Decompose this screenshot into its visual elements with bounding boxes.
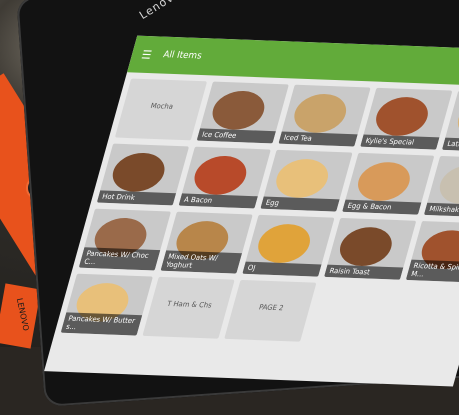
food-image: [435, 164, 459, 205]
menu-item-label: Hot Drink: [96, 190, 177, 206]
menu-item-tile[interactable]: Raisin Toast: [324, 217, 417, 280]
menu-item-tile[interactable]: Iced Tea: [278, 84, 371, 147]
app-bar-title[interactable]: All Items: [162, 50, 459, 74]
menu-item-label: Iced Tea: [278, 131, 358, 147]
menu-item-label: OJ: [242, 261, 322, 277]
menu-item-label: Egg & Bacon: [342, 199, 422, 215]
food-image: [253, 223, 315, 264]
items-grid: Mocha Ice Coffee Iced Tea Kylie's Specia…: [53, 72, 459, 354]
menu-item-label: Raisin Toast: [324, 264, 404, 280]
food-image: [189, 155, 252, 196]
menu-item-label: Ricotta & Spinach M...: [405, 259, 459, 283]
menu-item-label: Latte: [441, 137, 459, 153]
food-image: [453, 99, 459, 140]
food-image: [353, 161, 415, 202]
menu-item-tile[interactable]: Kylie's Special: [360, 87, 453, 150]
menu-item-label: Egg: [260, 196, 340, 212]
menu-item-tile[interactable]: Ricotta & Spinach M...: [405, 220, 459, 283]
food-image: [371, 96, 433, 137]
menu-item-tile[interactable]: OJ: [242, 214, 335, 277]
menu-item-tile[interactable]: Egg: [260, 149, 353, 212]
menu-item-tile[interactable]: A Bacon: [178, 146, 271, 209]
menu-item-tile[interactable]: Pancakes W/ Choc C...: [78, 208, 172, 271]
menu-item-tile[interactable]: Mocha: [114, 78, 208, 141]
food-image: [207, 90, 270, 131]
menu-item-label: Pancakes W/ Choc C...: [78, 247, 161, 271]
food-image: [335, 226, 397, 267]
tablet-brand: Lenovo: [137, 0, 183, 23]
menu-item-tile[interactable]: Egg & Bacon: [342, 152, 435, 215]
menu-item-label: Mixed Oats W/ Yoghurt: [160, 250, 243, 274]
food-image: [107, 152, 170, 193]
menu-item-tile[interactable]: T Ham & Chs: [142, 276, 235, 339]
menu-item-label: Mocha: [149, 101, 175, 111]
menu-icon[interactable]: ☰: [140, 48, 155, 62]
menu-item-label: Milkshake: [423, 202, 459, 218]
tablet-screen: ☰ All Items ⌕ Mocha Ice Coffee Iced Tea …: [44, 35, 459, 387]
food-image: [289, 93, 351, 134]
menu-item-label: Ice Coffee: [196, 128, 276, 144]
food-image: [271, 158, 333, 199]
page-label: PAGE 2: [257, 303, 285, 313]
menu-item-tile[interactable]: Hot Drink: [96, 143, 190, 206]
menu-item-tile[interactable]: Pancakes W/ Butter s...: [60, 273, 153, 336]
menu-item-tile[interactable]: Mixed Oats W/ Yoghurt: [160, 211, 253, 274]
page-indicator[interactable]: PAGE 2: [224, 279, 317, 342]
tablet-device: Lenovo ☰ All Items ⌕ Mocha Ice Coffee Ic…: [16, 0, 459, 407]
menu-item-label: Kylie's Special: [360, 134, 440, 150]
menu-item-label: T Ham & Chs: [166, 299, 213, 310]
menu-item-label: Pancakes W/ Butter s...: [60, 312, 143, 336]
menu-item-label: A Bacon: [178, 193, 258, 209]
menu-item-tile[interactable]: Ice Coffee: [196, 81, 289, 144]
